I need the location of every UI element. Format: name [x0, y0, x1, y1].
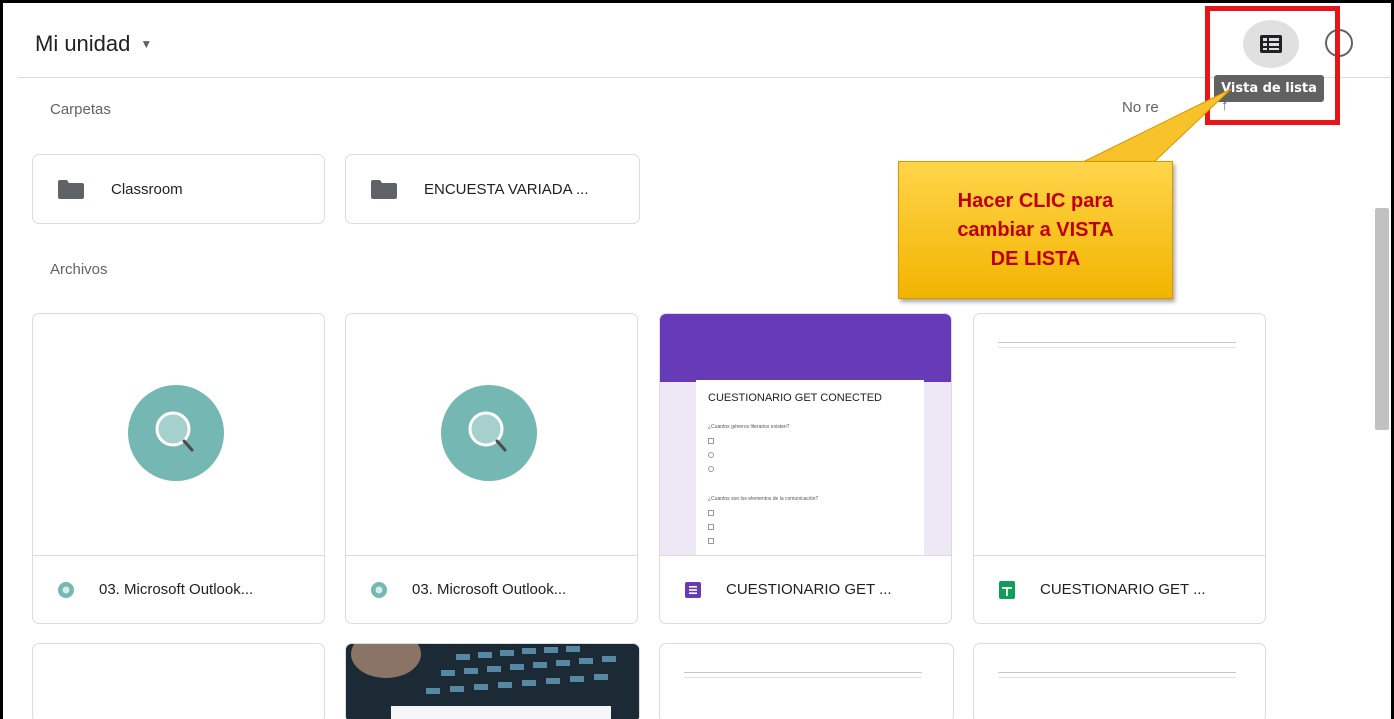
callout-line: Hacer CLIC para	[957, 189, 1114, 212]
folder-icon	[371, 179, 397, 199]
search-icon	[155, 411, 194, 452]
file-footer: CUESTIONARIO GET ...	[974, 555, 1265, 623]
generic-file-icon	[370, 581, 388, 599]
my-drive-title[interactable]: Mi unidad ▼	[35, 31, 152, 57]
form-option	[708, 466, 714, 472]
file-footer: CUESTIONARIO GET ...	[660, 555, 951, 623]
keyboard-photo	[346, 644, 639, 719]
folder-icon	[58, 179, 84, 199]
file-card[interactable]	[32, 643, 325, 719]
sheet-line	[998, 677, 1236, 678]
form-option	[708, 438, 714, 444]
instruction-callout: Hacer CLIC para cambiar a VISTA DE LISTA	[898, 161, 1173, 299]
sort-arrow-icon[interactable]: ↑	[1221, 97, 1229, 114]
sheet-line	[684, 677, 922, 678]
forms-icon	[684, 581, 702, 599]
form-question: ¿Cuantos son los elementos de la comunic…	[708, 496, 819, 502]
file-preview	[33, 314, 324, 555]
form-option	[708, 538, 714, 544]
sort-by-name-button[interactable]: No re	[1122, 99, 1159, 116]
sheet-line	[998, 347, 1236, 348]
folders-heading: Carpetas	[50, 101, 111, 118]
form-sheet: CUESTIONARIO GET CONECTED ¿Cuantos géner…	[696, 380, 924, 555]
sheets-icon	[998, 580, 1016, 599]
callout-line: DE LISTA	[990, 247, 1081, 270]
file-card[interactable]: CUESTIONARIO GET CONECTED ¿Cuantos géner…	[659, 313, 952, 624]
header: Mi unidad ▼	[17, 7, 1391, 78]
form-title: CUESTIONARIO GET CONECTED	[708, 392, 882, 404]
form-header-band	[660, 314, 951, 382]
drive-window: Mi unidad ▼ i Vista de lista Carpetas No…	[0, 0, 1394, 719]
file-card[interactable]	[345, 643, 640, 719]
file-name: 03. Microsoft Outlook...	[412, 581, 567, 598]
file-footer: 03. Microsoft Outlook...	[346, 555, 637, 623]
file-card[interactable]: 03. Microsoft Outlook...	[345, 313, 638, 624]
file-card[interactable]: 03. Microsoft Outlook...	[32, 313, 325, 624]
file-preview	[346, 314, 637, 555]
sheet-preview	[974, 314, 1265, 555]
file-card[interactable]: CUESTIONARIO GET ...	[973, 313, 1266, 624]
form-question: ¿Cuantos géneros literarios existen?	[708, 424, 790, 430]
generic-file-icon	[57, 581, 75, 599]
files-heading: Archivos	[50, 261, 108, 278]
search-icon	[468, 411, 507, 452]
folder-item-encuesta[interactable]: ENCUESTA VARIADA ...	[345, 154, 640, 224]
form-preview: CUESTIONARIO GET CONECTED ¿Cuantos géner…	[660, 314, 951, 555]
folder-name: ENCUESTA VARIADA ...	[424, 180, 589, 198]
folder-name: Classroom	[111, 180, 183, 198]
sheet-line	[998, 672, 1236, 673]
view-tooltip: Vista de lista	[1214, 75, 1324, 102]
page-title: Mi unidad	[35, 31, 131, 56]
file-card[interactable]	[659, 643, 954, 719]
file-footer: 03. Microsoft Outlook...	[33, 555, 324, 623]
form-option	[708, 510, 714, 516]
file-name: CUESTIONARIO GET ...	[1040, 581, 1206, 598]
chevron-down-icon[interactable]: ▼	[140, 37, 152, 51]
file-name: CUESTIONARIO GET ...	[726, 581, 892, 598]
sheet-line	[684, 672, 922, 673]
sheet-line	[998, 342, 1236, 343]
file-card[interactable]	[973, 643, 1266, 719]
file-name: 03. Microsoft Outlook...	[99, 581, 254, 598]
vertical-scrollbar[interactable]	[1375, 208, 1389, 430]
search-circle	[128, 385, 224, 481]
form-option	[708, 524, 714, 530]
callout-line: cambiar a VISTA	[957, 218, 1114, 241]
search-circle	[441, 385, 537, 481]
form-option	[708, 452, 714, 458]
callout-text: Hacer CLIC para cambiar a VISTA DE LISTA	[957, 187, 1113, 274]
folder-item-classroom[interactable]: Classroom	[32, 154, 325, 224]
